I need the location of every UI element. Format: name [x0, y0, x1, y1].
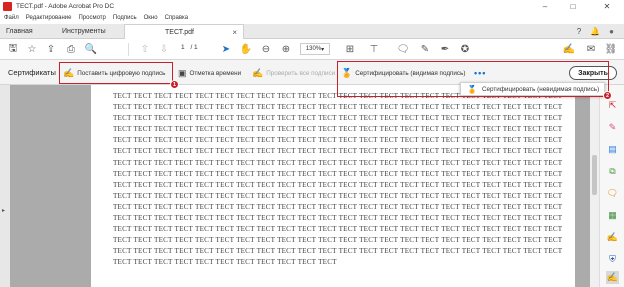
annotation-box-1	[59, 62, 173, 84]
protect-shield-icon[interactable]: ⛨	[606, 253, 619, 266]
verify-all-label: Проверить все подписи	[266, 69, 336, 77]
menu-sign[interactable]: Подпись	[113, 15, 137, 21]
search-zoom-icon[interactable]: 🔍	[84, 43, 98, 56]
mail-icon[interactable]: ✉	[584, 43, 598, 56]
tab-document-label: ТЕСТ.pdf	[165, 28, 194, 36]
menu-edit[interactable]: Редактирование	[26, 15, 72, 21]
fill-sign-icon[interactable]: ▦	[606, 209, 619, 222]
tab-tools[interactable]: Инструменты	[62, 24, 122, 39]
menu-bar: Файл Редактирование Просмотр Подпись Окн…	[0, 13, 624, 23]
document-body-text: ТЕСТ ТЕСТ ТЕСТ ТЕСТ ТЕСТ ТЕСТ ТЕСТ ТЕСТ …	[113, 92, 563, 267]
scrollbar-thumb[interactable]	[592, 155, 597, 195]
save-icon[interactable]: 🖫	[6, 43, 20, 56]
tab-document[interactable]: ТЕСТ.pdf ×	[124, 24, 244, 39]
tab-home[interactable]: Главная	[6, 24, 46, 39]
upload-cloud-icon[interactable]: ⇪	[44, 43, 58, 56]
certificates-tool-icon[interactable]: ✍	[606, 271, 619, 284]
window-title: ТЕСТ.pdf - Adobe Acrobat Pro DC	[16, 3, 115, 10]
notifications-bell-icon[interactable]: 🔔	[590, 27, 600, 36]
tab-close-icon[interactable]: ×	[232, 28, 237, 37]
annotation-badge-1: 1	[170, 80, 179, 89]
timestamp-button[interactable]: ▣ Отметка времени	[178, 66, 241, 80]
hand-tool-icon[interactable]: ✋	[240, 43, 252, 56]
scroll-mode-icon[interactable]: ⊤	[366, 43, 382, 56]
organize-pages-icon[interactable]: ⧉	[606, 165, 619, 178]
page-indicator: 1 / 1	[181, 44, 198, 51]
main-toolbar: 🖫 ☆ ⇪ ⎙ 🔍 ⇧ ⇩ 1 / 1 ➤ ✋ ⊖ ⊕ 130% ▾ ⊞ ⊤ 🗨…	[0, 39, 624, 60]
menu-window[interactable]: Окно	[144, 15, 158, 21]
bookmark-star-icon[interactable]: ☆	[25, 43, 39, 56]
expand-left-panel-icon[interactable]: ▸	[2, 207, 5, 214]
edit-pdf-icon[interactable]: ✎	[606, 121, 619, 134]
toolbar-divider	[128, 43, 129, 56]
create-pdf-icon[interactable]: ▤	[606, 143, 619, 156]
page-fit-icon[interactable]: ⊞	[342, 43, 358, 56]
share-link-icon[interactable]: ⛓	[604, 43, 618, 56]
sign-tool-icon[interactable]: ✍	[562, 43, 576, 56]
certificates-label: Сертификаты	[8, 68, 56, 77]
select-cursor-icon[interactable]: ➤	[220, 43, 232, 56]
verify-pen-icon: ✍	[252, 67, 264, 78]
zoom-in-icon[interactable]: ⊕	[280, 43, 292, 56]
menu-help[interactable]: Справка	[165, 15, 189, 21]
menu-file[interactable]: Файл	[4, 15, 19, 21]
timestamp-icon: ▣	[178, 67, 187, 78]
zoom-out-icon[interactable]: ⊖	[260, 43, 272, 56]
pdf-page: ТЕСТ ТЕСТ ТЕСТ ТЕСТ ТЕСТ ТЕСТ ТЕСТ ТЕСТ …	[91, 85, 575, 287]
zoom-level-select[interactable]: 130% ▾	[300, 43, 330, 55]
maximize-button[interactable]: □	[562, 0, 584, 13]
export-pdf-icon[interactable]: ⇱	[606, 99, 619, 112]
left-panel-strip[interactable]: ▸	[0, 85, 10, 287]
tab-bar: Главная Инструменты ТЕСТ.pdf × ? 🔔 ●	[0, 24, 624, 39]
page-total: / 1	[190, 44, 198, 51]
page-up-icon[interactable]: ⇧	[139, 43, 151, 56]
annotation-badge-2: 2	[603, 91, 612, 100]
comment-tool-icon[interactable]: 🗨	[606, 187, 619, 200]
acrobat-app-icon	[3, 2, 12, 11]
verify-all-signatures-button[interactable]: ✍ Проверить все подписи	[252, 66, 335, 80]
page-down-icon[interactable]: ⇩	[158, 43, 170, 56]
title-bar: ТЕСТ.pdf - Adobe Acrobat Pro DC	[0, 0, 624, 13]
zoom-level-value: 130%	[305, 46, 322, 52]
sign-pen-icon[interactable]: ✒	[438, 43, 452, 56]
comment-icon[interactable]: 🗨	[396, 43, 410, 56]
help-icon[interactable]: ?	[577, 27, 581, 36]
highlight-pen-icon[interactable]: ✎	[418, 43, 432, 56]
sign-panel-icon[interactable]: ✍	[606, 231, 619, 244]
menu-view[interactable]: Просмотр	[78, 15, 105, 21]
tab-bar-right-icons: ? 🔔 ●	[577, 24, 614, 39]
right-tools-panel: ⇱ ✎ ▤ ⧉ 🗨 ▦ ✍ ⛨ ✍	[599, 85, 624, 287]
vertical-scrollbar[interactable]	[590, 85, 599, 287]
minimize-button[interactable]: –	[534, 0, 556, 13]
annotation-box-2	[337, 61, 609, 97]
timestamp-label: Отметка времени	[189, 69, 242, 77]
close-window-button[interactable]: ✕	[596, 0, 618, 13]
page-current-input[interactable]: 1	[181, 44, 185, 51]
print-icon[interactable]: ⎙	[64, 43, 78, 56]
account-icon[interactable]: ●	[609, 27, 614, 36]
certificate-stamp-icon[interactable]: ✪	[458, 43, 472, 56]
document-viewport[interactable]: ТЕСТ ТЕСТ ТЕСТ ТЕСТ ТЕСТ ТЕСТ ТЕСТ ТЕСТ …	[10, 85, 599, 287]
